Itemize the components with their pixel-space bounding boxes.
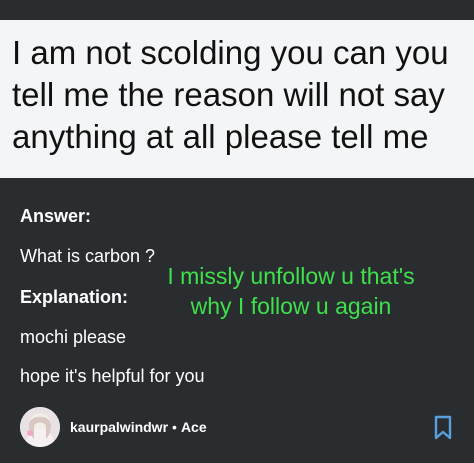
author-row: kaurpalwindwr • Ace	[20, 407, 207, 447]
avatar-image	[20, 407, 60, 447]
avatar[interactable]	[20, 407, 60, 447]
explanation-line-2: hope it's helpful for you	[20, 366, 205, 386]
author-username[interactable]: kaurpalwindwr	[70, 419, 168, 435]
separator-dot: •	[172, 419, 177, 435]
overlay-caption-line-1: I missly unfollow u that's	[167, 263, 415, 289]
question-card: I am not scolding you can you tell me th…	[0, 20, 474, 178]
overlay-caption-line-2: why I follow u again	[190, 293, 392, 319]
question-text: I am not scolding you can you tell me th…	[12, 34, 449, 155]
overlay-caption: I missly unfollow u that's why I follow …	[134, 261, 448, 321]
explanation-line-1: mochi please	[20, 327, 127, 347]
bookmark-icon	[434, 415, 452, 440]
bookmark-button[interactable]	[431, 415, 455, 441]
top-bar	[0, 0, 474, 20]
answer-heading: Answer:	[20, 206, 92, 226]
explanation-heading: Explanation:	[20, 287, 129, 307]
author-rank: Ace	[180, 419, 207, 435]
